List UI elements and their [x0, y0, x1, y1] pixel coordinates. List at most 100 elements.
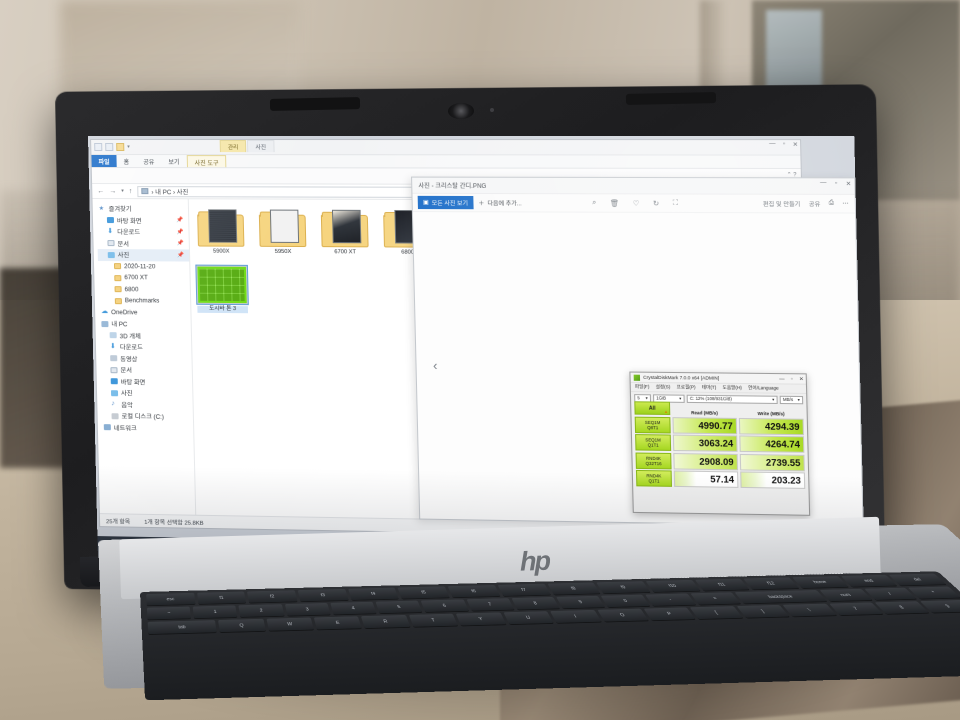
key[interactable]: end	[840, 574, 898, 587]
list-item[interactable]: 6700 XT	[319, 207, 371, 257]
recent-locations-icon[interactable]: ▾	[121, 188, 124, 194]
key[interactable]: Y	[455, 612, 506, 626]
key[interactable]: 7	[466, 598, 515, 611]
sidebar-item-desktop-pc[interactable]: 바탕 화면	[101, 376, 193, 389]
forward-arrow-icon[interactable]: →	[109, 188, 116, 195]
sidebar-item-3d-objects[interactable]: 3D 개체	[100, 330, 192, 342]
list-item[interactable]: 도시바 톤 3	[195, 264, 249, 314]
sidebar-item-onedrive[interactable]: ☁ OneDrive	[99, 307, 191, 319]
sidebar-item-pictures[interactable]: 사진 📌	[97, 249, 190, 262]
delete-icon[interactable]: 🗑	[610, 199, 619, 207]
key[interactable]: esc	[146, 592, 196, 606]
new-folder-icon[interactable]	[116, 143, 125, 152]
key[interactable]: 1	[192, 605, 238, 619]
close-icon[interactable]: ✕	[793, 141, 798, 148]
sidebar-item-videos[interactable]: 동영상	[100, 353, 192, 365]
print-icon[interactable]: ⎙	[829, 200, 834, 207]
qat-dropdown-icon[interactable]: ▾	[127, 144, 130, 150]
key[interactable]: 6	[420, 599, 469, 613]
sidebar-item-quick-access[interactable]: ★ 즐겨찾기	[97, 203, 189, 215]
key[interactable]: home	[792, 576, 849, 589]
key[interactable]: Q	[218, 618, 266, 633]
key[interactable]: -	[645, 593, 696, 606]
key[interactable]: U	[503, 611, 554, 625]
key[interactable]: f9	[596, 581, 651, 594]
key[interactable]: O	[596, 608, 649, 622]
minimize-icon[interactable]: —	[820, 180, 827, 187]
crop-icon[interactable]: ⛶	[673, 199, 678, 207]
key[interactable]: T	[408, 613, 459, 627]
properties-icon[interactable]	[105, 143, 114, 152]
quick-access-toolbar-icon[interactable]	[94, 143, 103, 152]
key[interactable]: ]	[736, 604, 790, 618]
key[interactable]: W	[266, 617, 314, 631]
ribbon-tab-picture-tools[interactable]: 사진 도구	[186, 155, 227, 168]
sidebar-item-desktop[interactable]: 바탕 화면 📌	[97, 215, 189, 227]
key[interactable]: 9	[556, 595, 606, 609]
ribbon-tab-view[interactable]: 보기	[161, 155, 186, 167]
sidebar-item-2020-11-20[interactable]: 2020-11-20	[98, 261, 190, 273]
key[interactable]: num	[819, 588, 872, 602]
key[interactable]: R	[361, 614, 411, 629]
key[interactable]: f6	[447, 585, 501, 598]
key[interactable]: \	[782, 603, 837, 617]
key[interactable]: 5	[375, 600, 423, 614]
key[interactable]: 8	[874, 601, 930, 614]
key[interactable]: /	[863, 587, 917, 600]
key[interactable]: I	[550, 609, 602, 623]
sidebar-item-this-pc[interactable]: 내 PC	[99, 318, 191, 330]
favorite-icon[interactable]: ♡	[633, 199, 640, 207]
key[interactable]: =	[689, 592, 741, 605]
list-item[interactable]: 5950X	[257, 207, 309, 257]
key[interactable]: P	[643, 607, 696, 621]
maximize-icon[interactable]: ▫	[835, 180, 837, 187]
minimize-icon[interactable]: —	[769, 141, 776, 148]
sidebar-item-downloads[interactable]: ⬇ 다운로드 📌	[97, 226, 189, 238]
more-icon[interactable]: ⋯	[842, 201, 848, 207]
sidebar-item-benchmarks[interactable]: Benchmarks	[99, 295, 191, 307]
key[interactable]: 4	[330, 601, 377, 615]
contextual-tab-pictures[interactable]: 사진	[247, 140, 275, 153]
up-arrow-icon[interactable]: ↑	[129, 188, 133, 195]
sidebar-item-6800[interactable]: 6800	[98, 284, 190, 296]
zoom-icon[interactable]: ⌕	[592, 199, 596, 207]
sidebar-item-downloads-pc[interactable]: ⬇ 다운로드	[100, 341, 192, 353]
sidebar-item-6700xt[interactable]: 6700 XT	[98, 272, 190, 284]
sidebar-item-documents[interactable]: 문서 📌	[97, 238, 189, 250]
key[interactable]: backspace	[734, 590, 828, 604]
sidebar-item-documents-pc[interactable]: 문서	[100, 364, 192, 376]
maximize-icon[interactable]: ▫	[783, 141, 785, 148]
key[interactable]: del	[888, 573, 947, 586]
ribbon-tab-home[interactable]: 홈	[116, 155, 136, 167]
key[interactable]: tab	[147, 620, 217, 635]
key[interactable]: f1	[196, 591, 247, 605]
key[interactable]: 0	[600, 594, 651, 608]
key[interactable]: f12	[743, 577, 799, 590]
key[interactable]: E	[313, 616, 363, 630]
key[interactable]: f3	[297, 588, 349, 602]
ribbon-tab-share[interactable]: 공유	[136, 155, 161, 167]
key[interactable]: f10	[645, 579, 701, 593]
view-all-photos-button[interactable]: ▣ 모든 사진 보기	[417, 195, 474, 210]
sidebar-item-network[interactable]: 네트워크	[102, 422, 194, 435]
share-button[interactable]: 공유	[809, 199, 821, 208]
key[interactable]: *	[907, 586, 960, 599]
add-to-button[interactable]: ＋ 다음에 추가...	[478, 198, 522, 207]
key[interactable]: 7	[828, 602, 883, 616]
key[interactable]: 2	[238, 604, 285, 618]
ribbon-tab-file[interactable]: 파일	[91, 154, 117, 168]
key[interactable]: 8	[511, 596, 560, 610]
key[interactable]: f4	[347, 587, 400, 601]
photos-canvas[interactable]: ‹ CrystalDiskMark 7.0.0 x64 [ADMIN] — ▫ …	[412, 212, 863, 527]
contextual-tab-manage[interactable]: 관리	[219, 140, 247, 153]
close-icon[interactable]: ✕	[846, 180, 852, 187]
key[interactable]: ~	[146, 606, 192, 620]
key[interactable]: 3	[284, 602, 331, 616]
photos-window[interactable]: 사진 - 크리스탈 간디.PNG — ▫ ✕ ▣ 모든 사진 보기 ＋ 다음에 …	[411, 176, 864, 528]
rotate-icon[interactable]: ↻	[653, 199, 659, 207]
key[interactable]: f8	[546, 582, 601, 595]
key[interactable]: f7	[497, 583, 551, 597]
key[interactable]: f2	[247, 590, 298, 603]
chevron-left-icon[interactable]: ‹	[433, 358, 438, 373]
back-arrow-icon[interactable]: ←	[97, 188, 104, 195]
